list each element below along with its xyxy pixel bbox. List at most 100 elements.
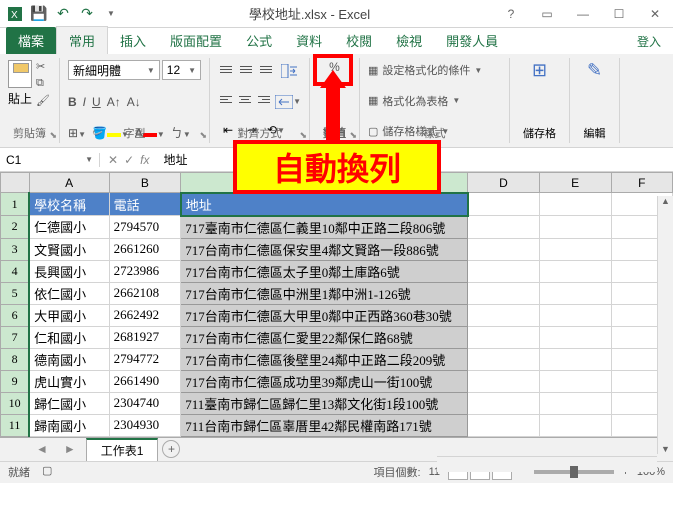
conditional-format-button[interactable]: ▦設定格式化的條件▼ [368,60,501,80]
row-header[interactable]: 5 [1,282,30,304]
cell[interactable] [468,370,540,392]
paste-button[interactable]: 貼上 [8,60,32,107]
row-header[interactable]: 1 [1,193,30,216]
cell[interactable]: 2304930 [109,414,181,436]
row-header[interactable]: 2 [1,216,30,239]
cell[interactable] [468,348,540,370]
format-table-button[interactable]: ▦格式化為表格▼ [368,91,501,111]
align-bottom-icon[interactable] [258,60,274,78]
cell[interactable]: 依仁國小 [29,282,109,304]
add-sheet-button[interactable]: + [162,440,180,458]
align-left-icon[interactable] [218,91,233,109]
cell[interactable] [539,392,611,414]
cell[interactable]: 717台南市仁德區保安里4鄰文賢路一段886號 [181,238,468,260]
cell[interactable] [468,260,540,282]
cell[interactable] [468,304,540,326]
format-painter-icon[interactable]: 🖌 [36,94,50,107]
cell[interactable]: 711台南市歸仁區辜厝里42鄰民權南路171號 [181,414,468,436]
cell[interactable]: 德南國小 [29,348,109,370]
cell[interactable] [468,216,540,239]
redo-icon[interactable]: ↷ [76,3,98,25]
cell[interactable]: 717台南市仁德區成功里39鄰虎山一街100號 [181,370,468,392]
row-header[interactable]: 3 [1,238,30,260]
cancel-formula-icon[interactable]: ✕ [108,153,118,167]
name-box[interactable]: C1▼ [0,153,100,167]
cell[interactable] [468,392,540,414]
cell[interactable]: 仁德國小 [29,216,109,239]
cell[interactable]: 2794570 [109,216,181,239]
row-header[interactable]: 7 [1,326,30,348]
sheet-tab[interactable]: 工作表1 [86,438,159,461]
col-header-d[interactable]: D [468,173,540,193]
underline-button[interactable]: U [92,95,101,109]
fx-icon[interactable]: fx [140,153,149,167]
cell[interactable] [539,370,611,392]
bold-button[interactable]: B [68,95,77,109]
cell[interactable] [539,260,611,282]
cell[interactable]: 2662492 [109,304,181,326]
ribbon-toggle-icon[interactable]: ▭ [533,7,561,21]
qat-dropdown-icon[interactable]: ▼ [100,3,122,25]
row-header[interactable]: 6 [1,304,30,326]
enter-formula-icon[interactable]: ✓ [124,153,134,167]
tab-view[interactable]: 檢視 [384,27,434,54]
cell[interactable] [539,193,611,216]
close-icon[interactable]: ✕ [641,7,669,21]
cell[interactable]: 717台南市仁德區太子里0鄰土庫路6號 [181,260,468,282]
sheet-nav-next-icon[interactable]: ► [58,442,82,456]
cell[interactable]: 歸南國小 [29,414,109,436]
increase-font-icon[interactable]: A↑ [107,95,121,109]
tab-review[interactable]: 校閱 [334,27,384,54]
copy-icon[interactable]: ⧉ [36,77,50,90]
row-header[interactable]: 8 [1,348,30,370]
cell[interactable]: 仁和國小 [29,326,109,348]
col-header-a[interactable]: A [29,173,109,193]
cell[interactable]: 717台南市仁德區大甲里0鄰中正西路360巷30號 [181,304,468,326]
login-link[interactable]: 登入 [625,29,673,54]
edit-label[interactable]: 編輯 [584,125,606,141]
cell[interactable] [539,326,611,348]
undo-icon[interactable]: ↶ [52,3,74,25]
cell[interactable] [539,282,611,304]
row-header[interactable]: 11 [1,414,30,436]
cell[interactable]: 717台南市仁德區中洲里1鄰中洲1-126號 [181,282,468,304]
cell[interactable]: 電話 [109,193,181,216]
cell[interactable]: 2661260 [109,238,181,260]
cell[interactable]: 2661490 [109,370,181,392]
zoom-slider[interactable] [534,470,614,474]
font-launcher-icon[interactable]: ⬊ [199,130,207,141]
edit-icon[interactable]: ✎ [587,60,602,81]
font-size-select[interactable]: 12▼ [162,60,201,80]
cell[interactable]: 2681927 [109,326,181,348]
cell[interactable]: 2304740 [109,392,181,414]
row-header[interactable]: 10 [1,392,30,414]
cell[interactable] [539,348,611,370]
cut-icon[interactable]: ✂ [36,60,50,73]
cell[interactable]: 717台南市仁德區仁愛里22鄰保仁路68號 [181,326,468,348]
cell[interactable]: 717台南市仁德區後壁里24鄰中正路二段209號 [181,348,468,370]
col-header-f[interactable]: F [611,173,673,193]
cell[interactable]: 歸仁國小 [29,392,109,414]
minimize-icon[interactable]: — [569,7,597,21]
cell[interactable]: 地址 [181,193,468,216]
cell[interactable] [539,304,611,326]
align-top-icon[interactable] [218,60,234,78]
tab-file[interactable]: 檔案 [6,27,56,54]
cell[interactable] [539,414,611,436]
maximize-icon[interactable]: ☐ [605,7,633,21]
cell[interactable]: 2794772 [109,348,181,370]
cell[interactable]: 學校名稱 [29,193,109,216]
macro-record-icon[interactable]: ▢ [42,464,52,480]
sheet-nav-prev-icon[interactable]: ◄ [30,442,54,456]
font-name-select[interactable]: 新細明體▼ [68,60,160,80]
col-header-b[interactable]: B [109,173,181,193]
cell[interactable] [468,238,540,260]
col-header-e[interactable]: E [539,173,611,193]
cell[interactable]: 717臺南市仁德區仁義里10鄰中正路二段806號 [181,216,468,239]
decrease-font-icon[interactable]: A↓ [127,95,141,109]
select-all-corner[interactable] [1,173,30,193]
wrap-text-button[interactable] [278,60,301,82]
cell[interactable] [468,193,540,216]
tab-home[interactable]: 常用 [56,26,108,54]
row-header[interactable]: 4 [1,260,30,282]
